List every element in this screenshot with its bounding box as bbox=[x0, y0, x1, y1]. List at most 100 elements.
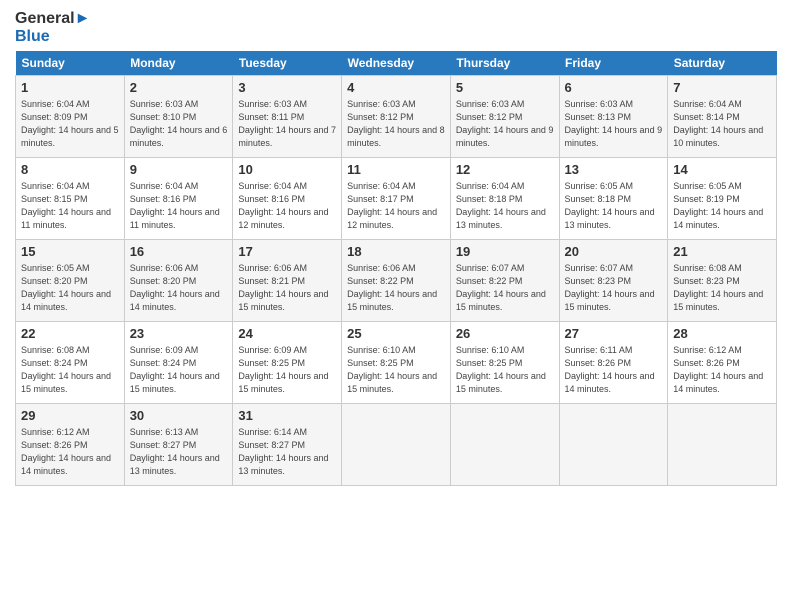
day-number: 28 bbox=[673, 326, 771, 343]
day-cell: 8 Sunrise: 6:04 AMSunset: 8:15 PMDaylight… bbox=[16, 158, 125, 240]
day-cell: 5Sunrise: 6:03 AMSunset: 8:12 PMDaylight… bbox=[450, 76, 559, 158]
day-cell: 28 Sunrise: 6:12 AMSunset: 8:26 PMDayligh… bbox=[668, 322, 777, 404]
day-number: 13 bbox=[565, 162, 663, 179]
day-number: 7 bbox=[673, 80, 771, 97]
week-row-2: 8 Sunrise: 6:04 AMSunset: 8:15 PMDaylight… bbox=[16, 158, 777, 240]
day-info: Sunrise: 6:10 AMSunset: 8:25 PMDaylight:… bbox=[347, 345, 437, 394]
day-info: Sunrise: 6:05 AMSunset: 8:18 PMDaylight:… bbox=[565, 181, 655, 230]
week-row-4: 22 Sunrise: 6:08 AMSunset: 8:24 PMDayligh… bbox=[16, 322, 777, 404]
day-cell: 15 Sunrise: 6:05 AMSunset: 8:20 PMDayligh… bbox=[16, 240, 125, 322]
day-info: Sunrise: 6:06 AMSunset: 8:20 PMDaylight:… bbox=[130, 263, 220, 312]
day-cell: 25 Sunrise: 6:10 AMSunset: 8:25 PMDayligh… bbox=[342, 322, 451, 404]
col-header-wednesday: Wednesday bbox=[342, 51, 451, 76]
day-cell: 13 Sunrise: 6:05 AMSunset: 8:18 PMDayligh… bbox=[559, 158, 668, 240]
day-info: Sunrise: 6:04 AMSunset: 8:16 PMDaylight:… bbox=[238, 181, 328, 230]
day-cell: 10 Sunrise: 6:04 AMSunset: 8:16 PMDayligh… bbox=[233, 158, 342, 240]
day-cell bbox=[342, 404, 451, 486]
day-info: Sunrise: 6:12 AMSunset: 8:26 PMDaylight:… bbox=[673, 345, 763, 394]
day-info: Sunrise: 6:13 AMSunset: 8:27 PMDaylight:… bbox=[130, 427, 220, 476]
day-number: 19 bbox=[456, 244, 554, 261]
day-info: Sunrise: 6:04 AMSunset: 8:18 PMDaylight:… bbox=[456, 181, 546, 230]
day-number: 11 bbox=[347, 162, 445, 179]
day-cell bbox=[668, 404, 777, 486]
day-cell: 23 Sunrise: 6:09 AMSunset: 8:24 PMDayligh… bbox=[124, 322, 233, 404]
col-header-friday: Friday bbox=[559, 51, 668, 76]
day-number: 10 bbox=[238, 162, 336, 179]
day-cell: 4 Sunrise: 6:03 AMSunset: 8:12 PMDaylight… bbox=[342, 76, 451, 158]
day-cell: 14Sunrise: 6:05 AMSunset: 8:19 PMDayligh… bbox=[668, 158, 777, 240]
day-number: 31 bbox=[238, 408, 336, 425]
day-number: 18 bbox=[347, 244, 445, 261]
day-number: 26 bbox=[456, 326, 554, 343]
day-info: Sunrise: 6:03 AMSunset: 8:13 PMDaylight:… bbox=[565, 99, 663, 148]
page-container: General► Blue SundayMondayTuesdayWednesd… bbox=[0, 0, 792, 496]
day-number: 3 bbox=[238, 80, 336, 97]
day-cell: 9Sunrise: 6:04 AMSunset: 8:16 PMDaylight… bbox=[124, 158, 233, 240]
day-cell: 22 Sunrise: 6:08 AMSunset: 8:24 PMDayligh… bbox=[16, 322, 125, 404]
day-info: Sunrise: 6:08 AMSunset: 8:24 PMDaylight:… bbox=[21, 345, 111, 394]
day-number: 17 bbox=[238, 244, 336, 261]
day-number: 27 bbox=[565, 326, 663, 343]
day-number: 6 bbox=[565, 80, 663, 97]
col-header-sunday: Sunday bbox=[16, 51, 125, 76]
day-number: 29 bbox=[21, 408, 119, 425]
day-info: Sunrise: 6:11 AMSunset: 8:26 PMDaylight:… bbox=[565, 345, 655, 394]
day-number: 1 bbox=[21, 80, 119, 97]
day-cell: 29 Sunrise: 6:12 AMSunset: 8:26 PMDayligh… bbox=[16, 404, 125, 486]
day-cell: 7 Sunrise: 6:04 AMSunset: 8:14 PMDaylight… bbox=[668, 76, 777, 158]
day-number: 16 bbox=[130, 244, 228, 261]
day-cell: 11 Sunrise: 6:04 AMSunset: 8:17 PMDayligh… bbox=[342, 158, 451, 240]
day-info: Sunrise: 6:08 AMSunset: 8:23 PMDaylight:… bbox=[673, 263, 763, 312]
col-header-saturday: Saturday bbox=[668, 51, 777, 76]
col-header-monday: Monday bbox=[124, 51, 233, 76]
day-cell: 26 Sunrise: 6:10 AMSunset: 8:25 PMDayligh… bbox=[450, 322, 559, 404]
day-number: 22 bbox=[21, 326, 119, 343]
day-number: 21 bbox=[673, 244, 771, 261]
day-info: Sunrise: 6:09 AMSunset: 8:24 PMDaylight:… bbox=[130, 345, 220, 394]
col-header-tuesday: Tuesday bbox=[233, 51, 342, 76]
day-cell: 3 Sunrise: 6:03 AMSunset: 8:11 PMDaylight… bbox=[233, 76, 342, 158]
day-info: Sunrise: 6:04 AMSunset: 8:16 PMDaylight:… bbox=[130, 181, 220, 230]
day-info: Sunrise: 6:03 AMSunset: 8:12 PMDaylight:… bbox=[347, 99, 445, 148]
day-info: Sunrise: 6:03 AMSunset: 8:11 PMDaylight:… bbox=[238, 99, 336, 148]
day-info: Sunrise: 6:07 AMSunset: 8:22 PMDaylight:… bbox=[456, 263, 546, 312]
logo-line2: Blue bbox=[15, 28, 50, 46]
day-cell bbox=[450, 404, 559, 486]
header: General► Blue bbox=[15, 10, 777, 45]
day-number: 30 bbox=[130, 408, 228, 425]
day-number: 8 bbox=[21, 162, 119, 179]
day-cell: 30 Sunrise: 6:13 AMSunset: 8:27 PMDayligh… bbox=[124, 404, 233, 486]
day-number: 24 bbox=[238, 326, 336, 343]
day-cell: 18 Sunrise: 6:06 AMSunset: 8:22 PMDayligh… bbox=[342, 240, 451, 322]
day-number: 23 bbox=[130, 326, 228, 343]
week-row-1: 1Sunrise: 6:04 AMSunset: 8:09 PMDaylight… bbox=[16, 76, 777, 158]
day-info: Sunrise: 6:04 AMSunset: 8:15 PMDaylight:… bbox=[21, 181, 111, 230]
day-number: 4 bbox=[347, 80, 445, 97]
day-info: Sunrise: 6:09 AMSunset: 8:25 PMDaylight:… bbox=[238, 345, 328, 394]
day-info: Sunrise: 6:14 AMSunset: 8:27 PMDaylight:… bbox=[238, 427, 328, 476]
day-cell: 20Sunrise: 6:07 AMSunset: 8:23 PMDayligh… bbox=[559, 240, 668, 322]
day-info: Sunrise: 6:10 AMSunset: 8:25 PMDaylight:… bbox=[456, 345, 546, 394]
day-info: Sunrise: 6:06 AMSunset: 8:21 PMDaylight:… bbox=[238, 263, 328, 312]
day-info: Sunrise: 6:04 AMSunset: 8:14 PMDaylight:… bbox=[673, 99, 763, 148]
day-cell: 16 Sunrise: 6:06 AMSunset: 8:20 PMDayligh… bbox=[124, 240, 233, 322]
week-row-3: 15 Sunrise: 6:05 AMSunset: 8:20 PMDayligh… bbox=[16, 240, 777, 322]
day-info: Sunrise: 6:06 AMSunset: 8:22 PMDaylight:… bbox=[347, 263, 437, 312]
calendar-table: SundayMondayTuesdayWednesdayThursdayFrid… bbox=[15, 51, 777, 486]
day-info: Sunrise: 6:03 AMSunset: 8:10 PMDaylight:… bbox=[130, 99, 228, 148]
day-number: 25 bbox=[347, 326, 445, 343]
logo-line1: General► bbox=[15, 10, 90, 28]
day-number: 2 bbox=[130, 80, 228, 97]
day-number: 15 bbox=[21, 244, 119, 261]
day-info: Sunrise: 6:04 AMSunset: 8:17 PMDaylight:… bbox=[347, 181, 437, 230]
day-cell: 19 Sunrise: 6:07 AMSunset: 8:22 PMDayligh… bbox=[450, 240, 559, 322]
day-info: Sunrise: 6:12 AMSunset: 8:26 PMDaylight:… bbox=[21, 427, 111, 476]
day-cell bbox=[559, 404, 668, 486]
day-info: Sunrise: 6:05 AMSunset: 8:20 PMDaylight:… bbox=[21, 263, 111, 312]
day-cell: 6 Sunrise: 6:03 AMSunset: 8:13 PMDaylight… bbox=[559, 76, 668, 158]
day-number: 14 bbox=[673, 162, 771, 179]
day-info: Sunrise: 6:07 AMSunset: 8:23 PMDaylight:… bbox=[565, 263, 655, 312]
header-row: SundayMondayTuesdayWednesdayThursdayFrid… bbox=[16, 51, 777, 76]
day-cell: 1Sunrise: 6:04 AMSunset: 8:09 PMDaylight… bbox=[16, 76, 125, 158]
day-cell: 17 Sunrise: 6:06 AMSunset: 8:21 PMDayligh… bbox=[233, 240, 342, 322]
